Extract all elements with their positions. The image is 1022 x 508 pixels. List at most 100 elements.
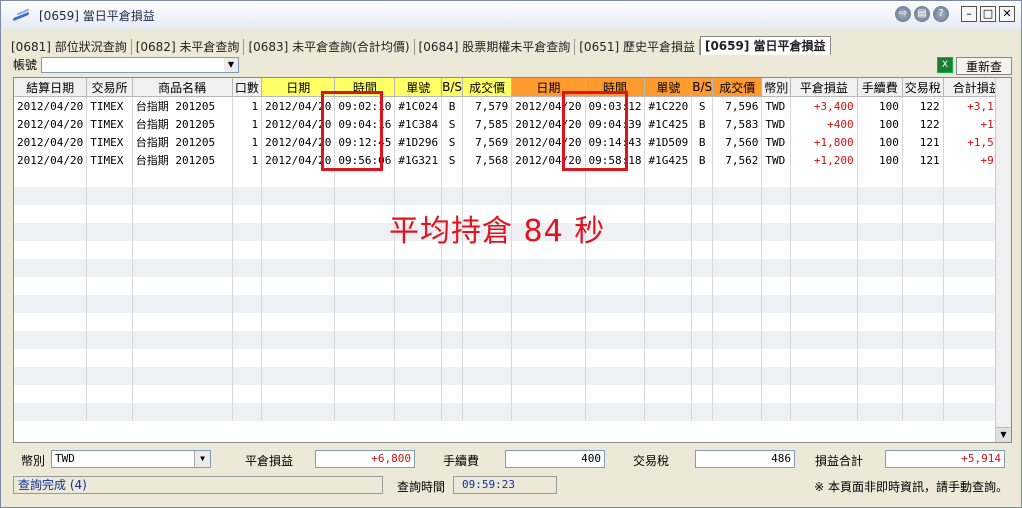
empty-cell: [511, 277, 586, 295]
empty-cell: [86, 205, 133, 223]
empty-row: [14, 187, 1011, 205]
chevron-down-icon[interactable]: ▼: [194, 451, 210, 467]
empty-cell: [857, 385, 903, 403]
currency-select[interactable]: TWD ▼: [51, 450, 211, 468]
column-header[interactable]: 交易所: [86, 78, 133, 97]
empty-row: [14, 313, 1011, 331]
empty-cell: [511, 403, 586, 421]
scroll-down-icon[interactable]: ▼: [996, 427, 1011, 442]
empty-cell: [511, 295, 586, 313]
empty-cell: [511, 259, 586, 277]
empty-cell: [902, 241, 944, 259]
empty-cell: [462, 169, 513, 187]
empty-cell: [232, 295, 263, 313]
minimize-button[interactable]: –: [961, 6, 977, 22]
empty-row: [14, 295, 1011, 313]
tab-0682[interactable]: [0682] 未平倉查詢: [132, 39, 245, 55]
table-cell: 100: [857, 133, 903, 151]
column-header[interactable]: 手續費: [857, 78, 903, 97]
empty-cell: [232, 223, 263, 241]
refresh-button[interactable]: 重新查詢: [956, 57, 1012, 90]
tab-0659[interactable]: [0659] 當日平倉損益: [699, 36, 831, 55]
table-cell: 7,562: [712, 151, 763, 169]
table-cell: #1C384: [394, 115, 443, 133]
empty-cell: [790, 367, 858, 385]
column-header[interactable]: 結算日期: [14, 78, 88, 97]
empty-cell: [394, 295, 443, 313]
empty-cell: [232, 313, 263, 331]
help-icon[interactable]: ?: [933, 6, 949, 22]
empty-cell: [462, 313, 513, 331]
table-cell: 1: [232, 96, 263, 115]
empty-cell: [790, 313, 858, 331]
empty-cell: [86, 169, 133, 187]
total-value: +5,914: [885, 450, 1005, 468]
empty-cell: [761, 313, 792, 331]
empty-cell: [394, 169, 443, 187]
table-row[interactable]: 2012/04/20 TIMEX 台指期 201205 1 2012/04/20 09:1…: [14, 133, 1011, 151]
column-header[interactable]: B/S: [691, 78, 714, 97]
tax-label: 交易稅: [633, 454, 670, 468]
chevron-down-icon[interactable]: ▼: [224, 58, 238, 72]
empty-cell: [334, 385, 396, 403]
tab-0683[interactable]: [0683] 未平倉查詢(合計均價): [244, 39, 415, 55]
empty-cell: [86, 187, 133, 205]
empty-cell: [462, 277, 513, 295]
column-header[interactable]: 成交價: [462, 78, 513, 97]
column-header[interactable]: 單號: [394, 78, 443, 97]
empty-cell: [334, 403, 396, 421]
empty-cell: [857, 205, 903, 223]
column-header[interactable]: 交易稅: [902, 78, 944, 97]
tab-0651[interactable]: [0651] 歷史平倉損益: [575, 39, 700, 55]
table-row[interactable]: 2012/04/20 TIMEX 台指期 201205 1 2012/04/20 09:0…: [14, 115, 1011, 133]
tab-0681[interactable]: [0681] 部位狀況查詢: [7, 39, 132, 55]
holding-time-annotation: 平均持倉 84 秒: [389, 214, 606, 249]
empty-cell: [790, 385, 858, 403]
empty-cell: [761, 331, 792, 349]
table-row[interactable]: 2012/04/20 TIMEX 台指期 201205 1 2012/04/20 09:5…: [14, 151, 1011, 169]
column-header[interactable]: 口數: [232, 78, 263, 97]
column-header[interactable]: 幣別: [761, 78, 792, 97]
table-row[interactable]: 2012/04/20 TIMEX 台指期 201205 1 2012/04/20 09:0…: [14, 96, 1011, 115]
column-header[interactable]: 成交價: [712, 78, 763, 97]
empty-cell: [761, 349, 792, 367]
empty-cell: [132, 277, 233, 295]
empty-cell: [761, 187, 792, 205]
tax-value: 486: [695, 450, 795, 468]
empty-cell: [441, 277, 464, 295]
tab-0684[interactable]: [0684] 股票期權未平倉查詢: [415, 39, 576, 55]
table-cell: B: [441, 96, 464, 115]
empty-cell: [691, 385, 714, 403]
vertical-scrollbar[interactable]: ▼: [995, 78, 1011, 442]
column-header[interactable]: 平倉損益: [790, 78, 858, 97]
empty-cell: [790, 241, 858, 259]
empty-cell: [86, 331, 133, 349]
empty-cell: [761, 367, 792, 385]
empty-cell: [441, 385, 464, 403]
empty-cell: [857, 367, 903, 385]
empty-cell: [712, 313, 763, 331]
table-cell: TWD: [761, 133, 792, 151]
print-icon[interactable]: ▤: [914, 6, 930, 22]
close-button[interactable]: ✕: [999, 6, 1015, 22]
column-header[interactable]: B/S: [441, 78, 464, 97]
empty-cell: [790, 331, 858, 349]
table-cell: 100: [857, 151, 903, 169]
empty-cell: [394, 349, 443, 367]
column-header[interactable]: 單號: [644, 78, 693, 97]
empty-cell: [462, 295, 513, 313]
empty-cell: [232, 241, 263, 259]
empty-cell: [585, 187, 646, 205]
empty-cell: [232, 259, 263, 277]
excel-export-icon[interactable]: X: [937, 57, 953, 73]
empty-cell: [691, 259, 714, 277]
empty-cell: [790, 169, 858, 187]
dock-icon[interactable]: ⇨: [895, 6, 911, 22]
app-logo-icon: [11, 8, 33, 22]
table-cell: 7,560: [712, 133, 763, 151]
column-header[interactable]: 商品名稱: [132, 78, 233, 97]
maximize-button[interactable]: □: [980, 6, 996, 22]
empty-cell: [334, 187, 396, 205]
account-select[interactable]: ▼: [41, 57, 239, 73]
pnl-label: 平倉損益: [245, 454, 294, 468]
